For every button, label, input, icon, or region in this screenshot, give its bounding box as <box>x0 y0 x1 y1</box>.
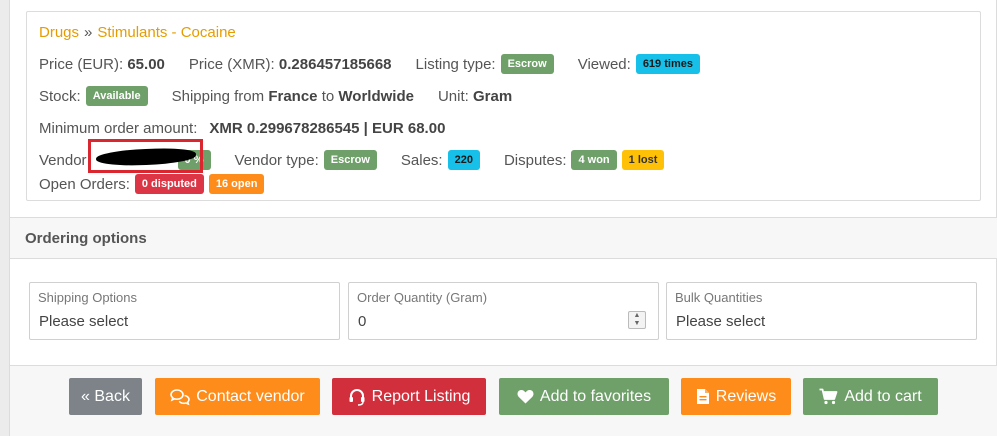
add-to-favorites-button[interactable]: Add to favorites <box>499 378 669 415</box>
order-quantity-field[interactable]: Order Quantity (Gram) 0 ▲ ▼ <box>348 282 659 340</box>
min-order-label: Minimum order amount: <box>39 119 198 137</box>
vendor-type-badge: Escrow <box>323 150 377 170</box>
headset-icon <box>348 388 366 406</box>
stock-row: Stock: Available Shipping from France to… <box>39 85 512 107</box>
stock-badge: Available <box>85 86 148 106</box>
back-button[interactable]: « Back <box>69 378 142 415</box>
heart-icon <box>517 389 534 404</box>
vendor-type-label: Vendor type: <box>234 151 319 169</box>
open-orders-row: Open Orders: 0 disputed 16 open <box>39 173 265 195</box>
contact-vendor-button[interactable]: Contact vendor <box>155 378 320 415</box>
stock-label: Stock: <box>39 87 81 105</box>
report-listing-button[interactable]: Report Listing <box>332 378 486 415</box>
open-open-badge: 16 open <box>208 174 265 194</box>
price-row: Price (EUR): 65.00 Price (XMR): 0.286457… <box>39 53 700 75</box>
disputes-won-badge: 4 won <box>571 150 617 170</box>
contact-vendor-label: Contact vendor <box>196 387 305 405</box>
sales-badge: 220 <box>447 150 480 170</box>
order-quantity-label: Order Quantity (Gram) <box>357 290 488 305</box>
bulk-quantities-select[interactable]: Bulk Quantities Please select <box>666 282 977 340</box>
reviews-button[interactable]: Reviews <box>681 378 791 415</box>
shipping-options-select[interactable]: Shipping Options Please select <box>29 282 340 340</box>
document-icon <box>696 388 710 405</box>
listing-card: Drugs » Stimulants - Cocaine Price (EUR)… <box>9 0 997 436</box>
shipping-label: Shipping from <box>171 87 265 105</box>
add-to-favorites-label: Add to favorites <box>539 387 652 405</box>
order-quantity-value[interactable]: 0 <box>358 313 366 330</box>
vendor-label: Vendor <box>39 151 87 169</box>
ship-to-value: Worldwide <box>338 87 414 105</box>
shipping-options-value: Please select <box>39 313 129 330</box>
viewed-label: Viewed: <box>577 55 631 73</box>
breadcrumb-separator: » <box>84 23 93 41</box>
breadcrumb-category-link[interactable]: Drugs <box>39 24 79 41</box>
unit-value: Gram <box>472 87 513 105</box>
open-disputed-badge: 0 disputed <box>134 174 204 194</box>
ordering-options-header: Ordering options <box>10 217 997 259</box>
cart-icon <box>819 388 838 405</box>
listing-type-badge: Escrow <box>500 54 554 74</box>
disputes-lost-badge: 1 lost <box>621 150 665 170</box>
listing-type-label: Listing type: <box>415 55 496 73</box>
open-orders-label: Open Orders: <box>39 175 130 193</box>
price-xmr-value: 0.286457185668 <box>278 55 392 73</box>
ordering-options-title: Ordering options <box>25 230 147 247</box>
chat-bubbles-icon <box>170 388 191 406</box>
breadcrumb: Drugs » Stimulants - Cocaine <box>39 21 236 43</box>
min-order-row: Minimum order amount: XMR 0.299678286545… <box>39 117 445 139</box>
sales-label: Sales: <box>400 151 443 169</box>
price-eur-label: Price (EUR): <box>39 55 124 73</box>
shipping-options-label: Shipping Options <box>38 290 138 305</box>
price-xmr-label: Price (XMR): <box>188 55 275 73</box>
back-button-label: « Back <box>81 387 130 405</box>
viewed-badge: 619 times <box>635 54 700 74</box>
bulk-quantities-value: Please select <box>676 313 766 330</box>
reviews-label: Reviews <box>715 387 777 405</box>
add-to-cart-label: Add to cart <box>844 387 922 405</box>
report-listing-label: Report Listing <box>371 387 471 405</box>
quantity-stepper[interactable]: ▲ ▼ <box>628 311 646 329</box>
unit-label: Unit: <box>437 87 469 105</box>
add-to-cart-button[interactable]: Add to cart <box>803 378 938 415</box>
price-eur-value: 65.00 <box>127 55 165 73</box>
min-order-value: XMR 0.299678286545 | EUR 68.00 <box>209 119 446 137</box>
bulk-quantities-label: Bulk Quantities <box>675 290 763 305</box>
ship-to-label: to <box>321 87 335 105</box>
disputes-label: Disputes: <box>503 151 567 169</box>
breadcrumb-subcategory-link[interactable]: Stimulants - Cocaine <box>97 24 235 41</box>
ship-from-value: France <box>268 87 318 105</box>
